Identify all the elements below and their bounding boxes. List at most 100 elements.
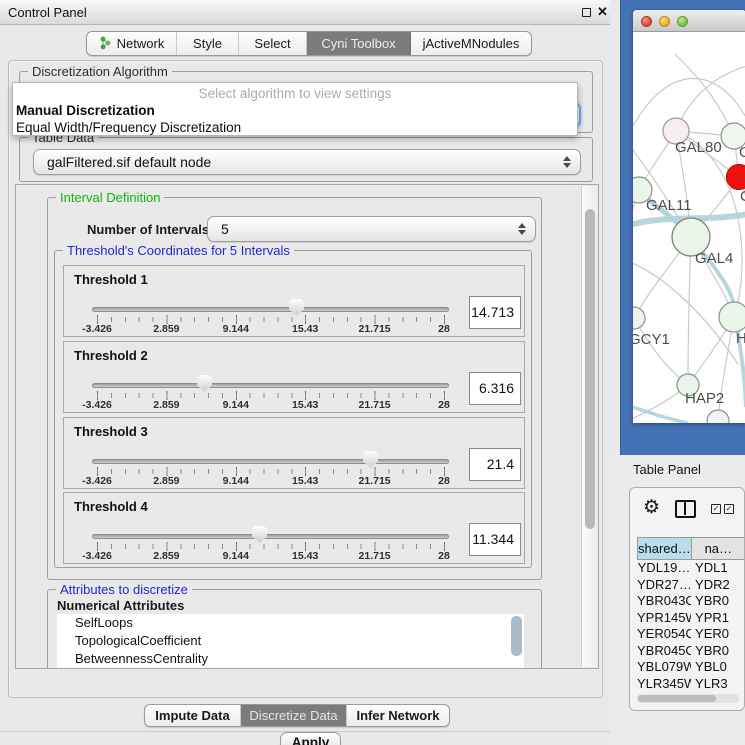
panel-title: Control Panel xyxy=(8,5,87,20)
node-label-hap2: HAP2 xyxy=(685,390,724,407)
list-item[interactable]: SelfLoops xyxy=(57,614,524,632)
node-label-gal4: GAL4 xyxy=(695,250,733,267)
threshold-1-box: Threshold 1 -3.426 2.859 9.144 15.43 21.… xyxy=(63,265,525,337)
tab-network[interactable]: Network xyxy=(87,32,177,55)
control-panel-tabbar: Network Style Select Cyni Toolbox jActiv… xyxy=(86,31,532,56)
table-row[interactable]: YLR345WYLR3 xyxy=(637,676,745,693)
list-item[interactable]: BetweennessCentrality xyxy=(57,650,524,668)
threshold-4-box: Threshold 4 -3.426 2.859 9.144 15.43 21.… xyxy=(63,492,525,564)
split-panel-icon[interactable] xyxy=(675,500,696,518)
table-header-row: shared… na… xyxy=(637,537,745,560)
table-panel-box: ⚙ ✓ ✓ shared… na… YDL19…YDL1 YDR27…YDR2 … xyxy=(629,487,745,711)
table-row[interactable]: YDL19…YDL1 xyxy=(637,560,745,577)
threshold-4-label: Threshold 4 xyxy=(74,499,148,514)
threshold-4-slider-track[interactable] xyxy=(92,534,449,539)
table-row[interactable]: YER054CYER0 xyxy=(637,626,745,643)
popup-placeholder-option[interactable]: Select algorithm to view settings xyxy=(13,86,577,101)
list-item[interactable]: TopologicalCoefficient xyxy=(57,632,524,650)
tab-style[interactable]: Style xyxy=(177,32,239,55)
divider xyxy=(0,731,612,732)
settings-scrollbar[interactable] xyxy=(581,186,597,667)
table-row[interactable]: YBR043CYBR0 xyxy=(637,593,745,610)
column-header-shared-name[interactable]: shared… xyxy=(637,537,692,560)
table-data-combobox[interactable]: galFiltered.sif default node xyxy=(33,149,581,175)
slider-scale-labels: -3.426 2.859 9.144 15.43 21.715 28 xyxy=(97,550,445,562)
threshold-3-slider-track[interactable] xyxy=(92,459,449,464)
tab-impute-data[interactable]: Impute Data xyxy=(145,705,241,726)
table-horizontal-scrollbar[interactable] xyxy=(637,694,739,703)
tab-jactivemnodules[interactable]: jActiveMNodules xyxy=(411,32,531,55)
threshold-2-box: Threshold 2 -3.426 2.859 9.144 15.43 21.… xyxy=(63,341,525,413)
node-label-c: C xyxy=(740,188,745,205)
popup-option-equal-width-frequency[interactable]: Equal Width/Frequency Discretization xyxy=(16,120,241,135)
tab-network-label: Network xyxy=(117,36,165,51)
checkbox-icon[interactable]: ✓ xyxy=(711,504,721,514)
numerical-attributes-label: Numerical Attributes xyxy=(57,598,184,613)
tab-jactivemnodules-label: jActiveMNodules xyxy=(423,36,520,51)
gear-icon[interactable]: ⚙ xyxy=(643,496,660,519)
settings-scrollbar-thumb[interactable] xyxy=(585,209,595,529)
threshold-2-value-field[interactable]: 6.316 xyxy=(469,372,521,405)
network-canvas[interactable]: GAL80 G. GAL11 C GAL4 GCY1 H HAP2 xyxy=(633,32,745,423)
table-row[interactable]: YPR145WYPR1 xyxy=(637,610,745,627)
slider-scale-labels: -3.426 2.859 9.144 15.43 21.715 28 xyxy=(97,475,445,487)
threshold-4-value-field[interactable]: 11.344 xyxy=(469,523,521,556)
network-icon xyxy=(99,36,112,51)
settings-scrollpane: Interval Definition Number of Intervals … xyxy=(15,184,599,669)
threshold-3-value-field[interactable]: 21.4 xyxy=(469,448,521,481)
table-row[interactable]: YBR045CYBR0 xyxy=(637,643,745,660)
tab-infer-network[interactable]: Infer Network xyxy=(347,705,449,726)
thresholds-group: Threshold's Coordinates for 5 Intervals … xyxy=(54,250,532,568)
table-row[interactable]: YIL052CYIL0 xyxy=(637,692,745,693)
node-attribute-table: shared… na… YDL19…YDL1 YDR27…YDR2 YBR043… xyxy=(637,537,745,693)
popup-option-manual-discretization[interactable]: Manual Discretization xyxy=(16,103,155,118)
node-red-selected[interactable] xyxy=(727,165,745,190)
number-of-intervals-combobox[interactable]: 5 xyxy=(207,216,536,242)
numerical-attributes-list[interactable]: SelfLoops TopologicalCoefficient Between… xyxy=(57,614,524,669)
tab-style-label: Style xyxy=(193,36,222,51)
threshold-2-slider-track[interactable] xyxy=(92,383,449,388)
zoom-traffic-light-icon[interactable] xyxy=(677,16,688,27)
threshold-1-slider-thumb[interactable] xyxy=(289,299,304,316)
threshold-3-label: Threshold 3 xyxy=(74,424,148,439)
table-horizontal-scrollbar-thumb[interactable] xyxy=(638,695,716,702)
node-bottom-partial[interactable] xyxy=(707,410,729,423)
network-view-frame: GAL80 G. GAL11 C GAL4 GCY1 H HAP2 xyxy=(620,0,745,455)
tab-select[interactable]: Select xyxy=(239,32,307,55)
float-window-icon[interactable] xyxy=(582,8,591,17)
close-icon[interactable]: ✕ xyxy=(597,4,608,20)
tab-cyni-toolbox[interactable]: Cyni Toolbox xyxy=(307,32,411,55)
close-traffic-light-icon[interactable] xyxy=(641,16,652,27)
threshold-1-slider-track[interactable] xyxy=(92,307,449,312)
node-gcy1[interactable] xyxy=(633,307,645,329)
threshold-1-value-field[interactable]: 14.713 xyxy=(469,296,521,329)
node-label-gal11: GAL11 xyxy=(646,197,692,214)
tab-discretize-data[interactable]: Discretize Data xyxy=(241,705,347,726)
network-graph xyxy=(633,32,745,423)
node-h-partial[interactable] xyxy=(719,302,745,332)
apply-button[interactable]: Apply xyxy=(280,732,341,745)
bottom-tabbar: Impute Data Discretize Data Infer Networ… xyxy=(144,704,450,727)
table-row[interactable]: YBL079WYBL0 xyxy=(637,659,745,676)
threshold-3-box: Threshold 3 -3.426 2.859 9.144 15.43 21.… xyxy=(63,417,525,489)
discretization-algorithm-group-label: Discretization Algorithm xyxy=(28,64,172,79)
number-of-intervals-value: 5 xyxy=(221,221,229,237)
control-panel-titlebar: Control Panel ✕ xyxy=(0,0,610,25)
screen: Control Panel ✕ Network Style Select Cyn… xyxy=(0,0,745,745)
minimize-traffic-light-icon[interactable] xyxy=(659,16,670,27)
column-header-name[interactable]: na… xyxy=(692,537,745,560)
threshold-2-slider-thumb[interactable] xyxy=(197,375,212,392)
threshold-4-slider-thumb[interactable] xyxy=(252,526,267,543)
table-panel-region: Table Panel ⚙ ✓ ✓ shared… na… YDL19…YDL1… xyxy=(610,455,745,745)
network-window-titlebar xyxy=(633,10,745,32)
list-scrollbar[interactable] xyxy=(511,616,522,656)
threshold-2-label: Threshold 2 xyxy=(74,348,148,363)
algorithm-dropdown-popup: Select algorithm to view settings Manual… xyxy=(12,82,578,136)
table-row[interactable]: YDR27…YDR2 xyxy=(637,577,745,594)
table-data-group: Table Data galFiltered.sif default node xyxy=(19,137,593,182)
tab-cyni-toolbox-label: Cyni Toolbox xyxy=(321,36,395,51)
threshold-3-slider-thumb[interactable] xyxy=(363,451,378,468)
checkbox-icon[interactable]: ✓ xyxy=(724,504,734,514)
node-label-h: H xyxy=(736,330,745,347)
cyni-toolbox-panel: Discretization Algorithm Table Data galF… xyxy=(8,60,603,698)
